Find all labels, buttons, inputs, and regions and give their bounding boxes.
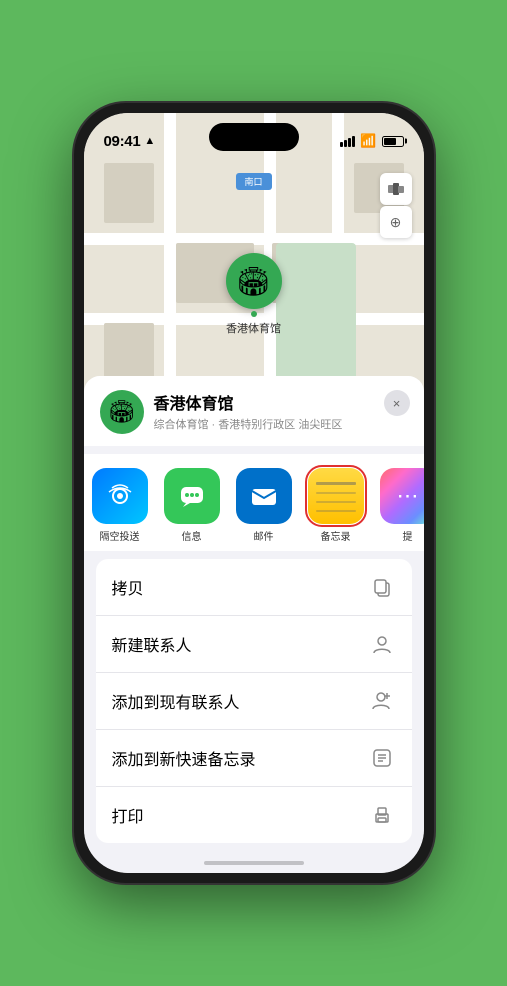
pin-stadium-icon: 🏟: [236, 265, 272, 298]
mail-icon: [236, 468, 292, 524]
signal-bars: [340, 136, 355, 147]
signal-bar-3: [348, 138, 351, 147]
location-name: 香港体育馆: [154, 390, 408, 414]
action-item-add-contact[interactable]: 添加到现有联系人: [96, 673, 412, 730]
action-item-copy[interactable]: 拷贝: [96, 559, 412, 616]
battery-fill: [384, 138, 397, 145]
pin-label: 香港体育馆: [226, 320, 281, 336]
share-label-more: 提: [403, 528, 413, 543]
signal-bar-4: [352, 136, 355, 147]
map-road: [84, 233, 424, 245]
action-label-quick-note: 添加到新快速备忘录: [112, 746, 256, 770]
map-type-button[interactable]: [380, 173, 412, 205]
copy-icon: [368, 573, 396, 601]
battery-icon: [382, 136, 404, 147]
dynamic-island: [209, 123, 299, 151]
compass-button[interactable]: ⊕: [380, 206, 412, 238]
notes-line-2: [316, 492, 356, 494]
more-dots-icon: ⋯: [397, 483, 419, 509]
action-label-new-contact: 新建联系人: [112, 632, 192, 656]
location-header: 🏟 香港体育馆 综合体育馆 · 香港特别行政区 油尖旺区 ×: [84, 376, 424, 446]
messages-icon: [164, 468, 220, 524]
location-info: 香港体育馆 综合体育馆 · 香港特别行政区 油尖旺区: [154, 390, 408, 432]
map-controls[interactable]: ⊕: [380, 173, 412, 238]
share-label-mail: 邮件: [254, 528, 274, 543]
notes-line-4: [316, 510, 356, 512]
action-list: 拷贝 新建联系人: [96, 559, 412, 843]
action-label-copy: 拷贝: [112, 575, 144, 599]
share-item-airdrop[interactable]: 隔空投送: [84, 468, 156, 543]
map-label: 南口: [235, 173, 271, 190]
compass-icon: ⊕: [390, 214, 402, 231]
print-icon: [368, 801, 396, 829]
phone-screen: 09:41 ▲ 📶: [84, 113, 424, 873]
signal-bar-2: [344, 140, 347, 147]
notes-icon: [308, 468, 364, 524]
quick-note-icon: [368, 744, 396, 772]
action-item-new-contact[interactable]: 新建联系人: [96, 616, 412, 673]
bottom-sheet: 🏟 香港体育馆 综合体育馆 · 香港特别行政区 油尖旺区 ×: [84, 376, 424, 873]
share-item-messages[interactable]: 信息: [156, 468, 228, 543]
notes-lines-decoration: [316, 482, 356, 512]
location-pin: 🏟 香港体育馆: [226, 253, 282, 336]
action-item-print[interactable]: 打印: [96, 787, 412, 843]
map-label-badge: 南口: [241, 175, 265, 188]
close-button[interactable]: ×: [384, 390, 410, 416]
status-icons: 📶: [340, 133, 403, 149]
airdrop-icon: [92, 468, 148, 524]
notes-line-3: [316, 501, 356, 503]
map-block: [104, 163, 154, 223]
share-item-mail[interactable]: 邮件: [228, 468, 300, 543]
phone-frame: 09:41 ▲ 📶: [74, 103, 434, 883]
location-arrow-icon: ▲: [144, 135, 155, 147]
action-item-quick-note[interactable]: 添加到新快速备忘录: [96, 730, 412, 787]
share-item-notes[interactable]: 备忘录: [300, 468, 372, 543]
more-icon: ⋯: [380, 468, 424, 524]
share-item-more[interactable]: ⋯ 提: [372, 468, 424, 543]
share-row: 隔空投送 信息: [84, 454, 424, 551]
share-label-airdrop: 隔空投送: [100, 528, 140, 543]
pin-dot: [251, 311, 257, 317]
pin-circle: 🏟: [226, 253, 282, 309]
signal-bar-1: [340, 142, 343, 147]
status-time: 09:41: [104, 133, 141, 150]
action-label-print: 打印: [112, 803, 144, 827]
home-indicator: [204, 861, 304, 865]
home-indicator-area: [84, 843, 424, 873]
notes-line-1: [316, 482, 356, 485]
stadium-icon: 🏟: [108, 399, 136, 425]
person-icon: [368, 630, 396, 658]
wifi-icon: 📶: [360, 133, 376, 149]
action-label-add-contact: 添加到现有联系人: [112, 689, 240, 713]
location-icon: 🏟: [100, 390, 144, 434]
share-label-messages: 信息: [182, 528, 202, 543]
map-green-area: [276, 243, 356, 383]
person-add-icon: [368, 687, 396, 715]
share-label-notes: 备忘录: [321, 528, 351, 543]
map-block: [104, 323, 154, 383]
location-subtitle: 综合体育馆 · 香港特别行政区 油尖旺区: [154, 416, 408, 432]
